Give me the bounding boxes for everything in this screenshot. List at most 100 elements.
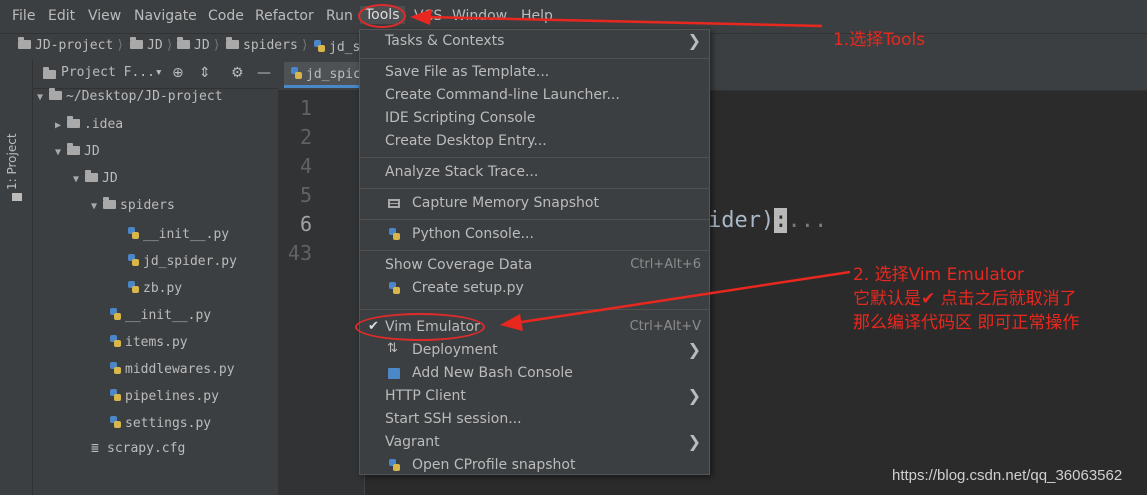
menu-item-vagrant[interactable]: Vagrant ❯ bbox=[360, 432, 709, 454]
tree-item[interactable]: pipelines.py bbox=[109, 387, 219, 409]
menu-file[interactable]: File bbox=[12, 8, 35, 24]
menu-item-ssh-session[interactable]: Start SSH session... bbox=[360, 409, 709, 431]
chevron-right-icon: ▶ bbox=[55, 120, 62, 131]
menu-code[interactable]: Code bbox=[208, 8, 244, 24]
tree-item[interactable]: ▼ ~/Desktop/JD-project bbox=[37, 88, 223, 111]
menu-item-python-console[interactable]: Python Console... bbox=[360, 224, 709, 246]
tools-menu: Tasks & Contexts ❯ Save File as Template.… bbox=[359, 29, 710, 475]
menu-item-label: Python Console... bbox=[412, 226, 534, 242]
menu-item-label: Open CProfile snapshot bbox=[412, 457, 576, 473]
editor-tab-label: jd_spic bbox=[306, 67, 361, 82]
menu-item-label: Capture Memory Snapshot bbox=[412, 195, 599, 211]
python-file-icon bbox=[109, 308, 122, 321]
tree-item-label: pipelines.py bbox=[125, 389, 219, 404]
breadcrumb-item[interactable]: JD ⟩ bbox=[130, 37, 176, 53]
gear-icon[interactable]: ⚙ bbox=[231, 65, 244, 81]
folder-icon bbox=[103, 197, 116, 209]
tree-item-label: .idea bbox=[84, 117, 124, 132]
tree-item-label: jd_spider.py bbox=[143, 254, 237, 269]
tree-item[interactable]: __init__.py bbox=[109, 306, 211, 328]
project-tool-label[interactable]: 1: Project bbox=[5, 133, 19, 190]
tree-item[interactable]: ▼ JD bbox=[55, 143, 100, 166]
menu-item-deployment[interactable]: ⇅ Deployment ❯ bbox=[360, 340, 709, 362]
folder-icon bbox=[67, 143, 80, 155]
tree-item-label: JD bbox=[102, 171, 118, 186]
menu-refactor[interactable]: Refactor bbox=[255, 8, 314, 24]
menu-vcs[interactable]: VCS bbox=[414, 8, 442, 24]
breadcrumb-label: JD bbox=[194, 38, 210, 53]
menu-item-cli-launcher[interactable]: Create Command-line Launcher... bbox=[360, 85, 709, 107]
python-file-icon bbox=[109, 335, 122, 348]
line-number: 4 bbox=[299, 154, 312, 178]
menu-item-desktop-entry[interactable]: Create Desktop Entry... bbox=[360, 131, 709, 153]
editor-tab[interactable]: jd_spic bbox=[284, 62, 367, 88]
menu-item-cprofile[interactable]: Open CProfile snapshot bbox=[360, 455, 709, 477]
line-number-gutter: 1 2 4 5 6 43 bbox=[278, 91, 365, 495]
breadcrumb-item[interactable]: JD-project ⟩ bbox=[18, 37, 127, 53]
project-view-selector[interactable]: Project F...▾ bbox=[61, 65, 163, 80]
tree-item-label: scrapy.cfg bbox=[107, 441, 186, 456]
python-file-icon bbox=[290, 67, 303, 80]
folded-code[interactable]: ... bbox=[787, 208, 827, 233]
breadcrumb-item[interactable]: JD ⟩ bbox=[177, 37, 223, 53]
line-number: 6 bbox=[299, 212, 312, 236]
memory-icon bbox=[387, 196, 402, 211]
tree-item-label: spiders bbox=[120, 198, 175, 213]
python-icon bbox=[387, 281, 402, 296]
minimize-icon[interactable]: — bbox=[257, 65, 271, 81]
menu-item-coverage[interactable]: Show Coverage Data Ctrl+Alt+6 bbox=[360, 255, 709, 277]
line-number: 1 bbox=[299, 96, 312, 120]
menu-window[interactable]: Window bbox=[452, 8, 507, 24]
tree-item-label: __init__.py bbox=[125, 308, 212, 323]
python-icon bbox=[387, 458, 402, 473]
collapse-all-icon[interactable]: ⇕ bbox=[199, 65, 211, 81]
breadcrumb-label: JD-project bbox=[35, 38, 114, 53]
tree-item[interactable]: items.py bbox=[109, 333, 188, 355]
menu-item-http-client[interactable]: HTTP Client ❯ bbox=[360, 386, 709, 408]
menu-item-label: IDE Scripting Console bbox=[385, 110, 536, 126]
terminal-icon bbox=[387, 366, 402, 381]
menu-item-label: Add New Bash Console bbox=[412, 365, 573, 381]
menu-item-bash-console[interactable]: Add New Bash Console bbox=[360, 363, 709, 385]
menu-item-tasks-contexts[interactable]: Tasks & Contexts ❯ bbox=[360, 31, 709, 53]
config-file-icon: ≣ bbox=[91, 441, 99, 456]
locate-icon[interactable]: ⊕ bbox=[172, 65, 184, 81]
menu-view[interactable]: View bbox=[88, 8, 121, 24]
tree-item[interactable]: jd_spider.py bbox=[127, 252, 237, 274]
tree-item[interactable]: ▶ .idea bbox=[55, 116, 124, 139]
folder-icon bbox=[226, 37, 239, 49]
menu-help[interactable]: Help bbox=[521, 8, 553, 24]
tree-item-label: items.py bbox=[125, 335, 188, 350]
tree-item-label: middlewares.py bbox=[125, 362, 235, 377]
chevron-down-icon: ▼ bbox=[73, 174, 80, 185]
tree-item[interactable]: __init__.py bbox=[127, 225, 229, 247]
tree-item-label: JD bbox=[84, 144, 100, 159]
menu-navigate[interactable]: Navigate bbox=[134, 8, 197, 24]
menu-separator bbox=[360, 250, 709, 251]
folder-icon bbox=[43, 67, 56, 79]
python-file-icon bbox=[109, 416, 122, 429]
menu-item-save-template[interactable]: Save File as Template... bbox=[360, 62, 709, 84]
menu-item-memory-snapshot[interactable]: Capture Memory Snapshot bbox=[360, 193, 709, 215]
tree-item[interactable]: ▼ spiders bbox=[91, 197, 175, 220]
tree-item-label: zb.py bbox=[143, 281, 183, 296]
tree-item-label: __init__.py bbox=[143, 227, 230, 242]
menu-item-create-setup[interactable]: Create setup.py bbox=[360, 278, 709, 300]
tree-item[interactable]: settings.py bbox=[109, 414, 211, 436]
tree-item[interactable]: zb.py bbox=[127, 279, 182, 301]
tree-item[interactable]: ▼ JD bbox=[73, 170, 118, 193]
menu-item-ide-scripting[interactable]: IDE Scripting Console bbox=[360, 108, 709, 130]
menu-item-analyze-stack[interactable]: Analyze Stack Trace... bbox=[360, 162, 709, 184]
folder-icon bbox=[49, 88, 62, 100]
menu-edit[interactable]: Edit bbox=[48, 8, 75, 24]
menu-separator bbox=[360, 309, 709, 310]
tree-item[interactable]: middlewares.py bbox=[109, 360, 235, 382]
breadcrumb-item[interactable]: jd_s bbox=[313, 38, 360, 55]
menu-item-label: Create Desktop Entry... bbox=[385, 133, 547, 149]
breadcrumb-item[interactable]: spiders ⟩ bbox=[226, 37, 312, 53]
menu-item-label: HTTP Client bbox=[385, 388, 466, 404]
tree-item[interactable]: ≣ scrapy.cfg bbox=[91, 441, 185, 463]
project-panel: Project F...▾ ⊕ ⇕ ⚙ — ▼ ~/Desktop/JD-proj… bbox=[33, 60, 278, 495]
python-file-icon bbox=[127, 281, 140, 294]
menu-run[interactable]: Run bbox=[326, 8, 353, 24]
